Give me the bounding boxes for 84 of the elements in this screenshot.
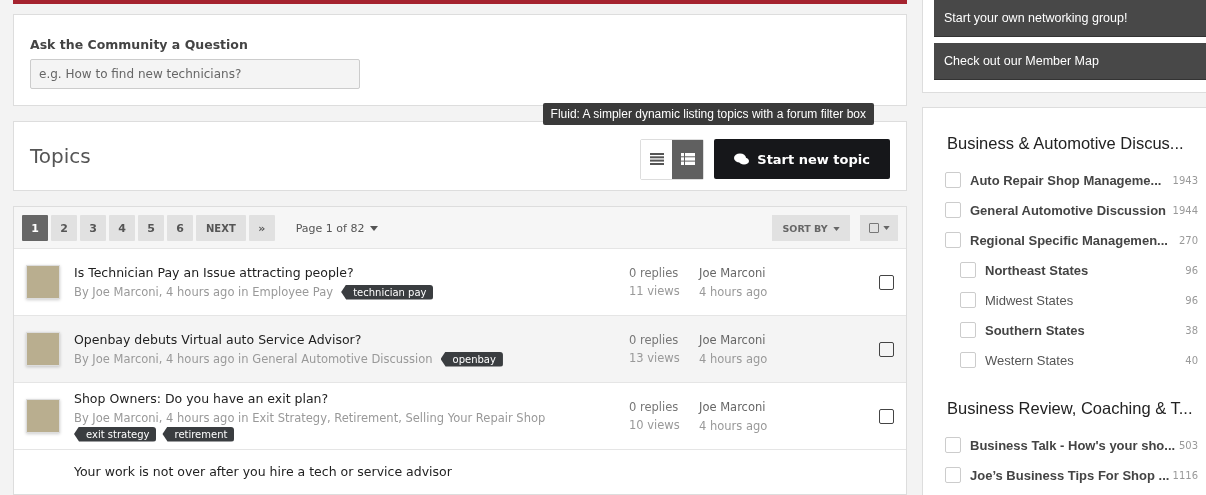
start-new-topic-button[interactable]: Start new topic [714,139,890,180]
caret-icon [882,226,890,230]
tag[interactable]: openbay [440,351,503,367]
forum-count: 270 [1178,234,1198,246]
caret-icon [369,226,378,231]
page-button[interactable]: 3 [80,215,106,241]
forum-count: 1943 [1172,174,1198,186]
topic-title[interactable]: Is Technician Pay an Issue attracting people? [74,264,629,280]
forum-name[interactable]: Midwest States [985,292,1186,308]
topic-meta: By Joe Marconi, 4 hours ago in Exit Strategy, Retirement, Selling Your Repair Shop [74,410,546,425]
page-button[interactable]: 4 [109,215,135,241]
forum-count: 96 [1185,264,1198,276]
last-poster[interactable]: Joe Marconi [699,265,879,280]
topics-title: Topics [30,144,91,169]
forum-count: 1944 [1172,204,1198,216]
last-post-time: 4 hours ago [699,351,769,366]
forum-name[interactable]: Business Talk - How's your sho... [970,437,1179,453]
replies-count: 0 replies [629,266,680,280]
views-count: 13 views [629,351,681,365]
caret-icon [833,227,840,231]
page-dropdown[interactable]: Page 1 of 82 [289,220,384,236]
table-icon [680,153,695,166]
forum-checkbox[interactable] [945,437,961,453]
tag[interactable]: technician pay [341,284,434,300]
sort-by-button[interactable]: SORT BY [772,215,850,241]
replies-count: 0 replies [629,333,680,347]
forum-name[interactable]: Western States [985,352,1186,368]
tooltip: Fluid: A simpler dynamic listing topics with a forum filter box [542,102,874,125]
topic-meta: By Joe Marconi, 4 hours ago in General Automotive Discussion [74,352,433,366]
forum-checkbox[interactable] [960,352,976,368]
forum-group-title: Business Review, Coaching & T... [947,399,1194,418]
topic-meta: By Joe Marconi, 4 hours ago in Employee Pay [74,285,334,299]
forum-name[interactable]: General Automotive Discussion [970,202,1173,218]
forum-count: 503 [1178,439,1198,451]
forum-count: 40 [1185,354,1198,366]
tag[interactable]: retirement [162,426,235,442]
forum-checkbox[interactable] [960,292,976,308]
forum-name[interactable]: Southern States [985,322,1186,338]
next-page-button[interactable]: NEXT [196,215,246,241]
page-button[interactable]: 6 [167,215,193,241]
forum-checkbox[interactable] [945,467,961,483]
forum-checkbox[interactable] [945,232,961,248]
ask-label: Ask the Community a Question [30,36,249,52]
forum-count: 1116 [1172,469,1198,481]
chat-bubbles-icon [734,153,750,166]
avatar-placeholder [26,265,60,299]
page-button[interactable]: 5 [138,215,164,241]
replies-count: 0 replies [629,400,680,414]
table-view-button[interactable] [672,139,704,179]
select-menu-button[interactable] [860,215,898,241]
sidebar-link[interactable]: Start your own networking group! [934,0,1206,37]
avatar-placeholder [26,399,60,433]
page-button[interactable]: 2 [51,215,77,241]
views-count: 11 views [629,284,681,298]
forum-name[interactable]: Northeast States [985,262,1186,278]
forum-name[interactable]: Joe’s Business Tips For Shop ... [970,467,1173,483]
forum-checkbox[interactable] [945,202,961,218]
topic-checkbox[interactable] [879,341,894,357]
sidebar-link[interactable]: Check out our Member Map [934,43,1206,80]
page-button[interactable]: 1 [22,215,48,241]
question-input-field[interactable]: e.g. How to find new technicians? [30,58,360,89]
forum-checkbox[interactable] [960,262,976,278]
views-count: 10 views [629,418,681,432]
tag[interactable]: exit strategy [74,426,157,442]
topic-title[interactable]: Openbay debuts Virtual auto Service Advisor? [74,331,629,347]
forum-group-title: Business & Automotive Discus... [947,134,1185,153]
last-post-time: 4 hours ago [699,418,769,433]
forum-checkbox[interactable] [945,172,961,188]
last-poster[interactable]: Joe Marconi [699,332,879,347]
topic-title[interactable]: Shop Owners: Do you have an exit plan? [74,390,629,406]
topic-title[interactable]: Your work is not over after you hire a tech or service advisor [74,464,452,479]
checkbox-icon [868,223,879,233]
forum-count: 38 [1185,324,1198,336]
list-icon [649,153,664,166]
forum-count: 96 [1185,294,1198,306]
last-post-time: 4 hours ago [699,284,769,299]
forum-name[interactable]: Auto Repair Shop Manageme... [970,172,1173,188]
topic-checkbox[interactable] [879,408,894,424]
topic-checkbox[interactable] [879,274,894,290]
last-poster[interactable]: Joe Marconi [699,399,879,414]
forum-name[interactable]: Regional Specific Managemen... [970,232,1179,248]
forum-checkbox[interactable] [960,322,976,338]
last-page-button[interactable]: » [248,215,275,241]
avatar-placeholder [26,332,60,366]
